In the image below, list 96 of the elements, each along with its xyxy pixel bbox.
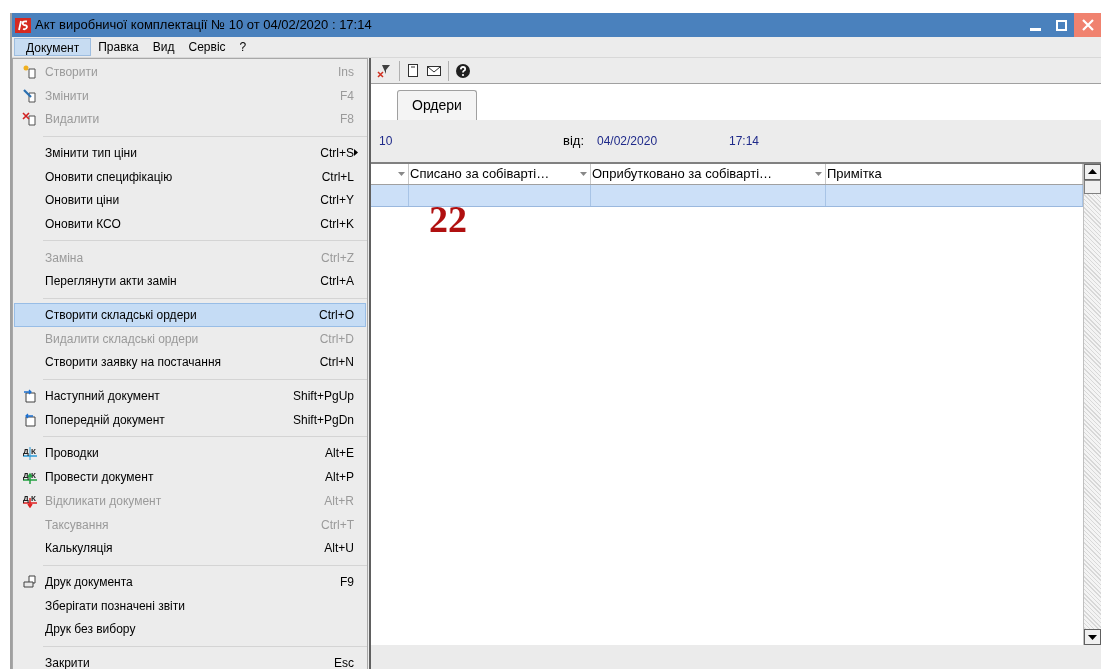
menu-item-label: Провести документ: [45, 469, 155, 487]
menu-item[interactable]: Створити складські ордери Ctrl+O: [14, 303, 366, 327]
scroll-down-icon[interactable]: [1084, 629, 1101, 645]
menu-item-label: Оновити КСО: [45, 215, 122, 233]
column-header[interactable]: Оприбутковано за собіварті…: [592, 164, 773, 184]
menu-item-label: Видалити складські ордери: [45, 330, 200, 348]
menu-item-label: Наступний документ: [45, 388, 161, 406]
vertical-scrollbar[interactable]: [1083, 164, 1101, 645]
menu-item[interactable]: Наступний документ Shift+PgUp: [14, 384, 366, 408]
menu-bar-item[interactable]: Документ: [14, 38, 92, 56]
shortcut-label: F4: [340, 87, 354, 105]
menu-item-label: Заміна: [45, 249, 85, 267]
menu-item[interactable]: Попередній документ Shift+PgDn: [14, 407, 366, 432]
minimize-icon: [1029, 28, 1041, 31]
menu-item[interactable]: Оновити специфікацію Ctrl+L: [14, 164, 366, 189]
menu-item[interactable]: Оновити КСО Ctrl+K: [14, 212, 366, 236]
menu-item-label: Друк документа: [45, 573, 134, 591]
menu-item-label: Переглянути акти замін: [45, 273, 178, 291]
menu-item-label: Попередній документ: [45, 411, 166, 429]
menu-item-label: Змінити тип ціни: [45, 144, 138, 162]
menu-item-label: Видалити: [45, 111, 101, 129]
document-number: 10: [379, 133, 394, 150]
menu-item-label: Створити заявку на постачання: [45, 354, 222, 372]
page-icon: [408, 64, 418, 77]
menu-bar-item[interactable]: Правка: [91, 38, 146, 56]
scroll-up-icon[interactable]: [1084, 164, 1101, 180]
help-icon: [456, 63, 470, 78]
close-icon: [1081, 19, 1094, 31]
menu-item-label: Оновити специфікацію: [45, 168, 174, 186]
menu-item[interactable]: Переглянути акти замін Ctrl+A: [14, 269, 366, 294]
shortcut-label: Ctrl+N: [319, 354, 354, 372]
shortcut-label: Ctrl+L: [321, 168, 354, 186]
shortcut-label: Alt+U: [324, 540, 354, 558]
menu-item-label: Створити складські ордери: [45, 307, 198, 325]
menu-item-label: Закрити: [45, 654, 91, 669]
edit-document-icon: [22, 88, 38, 103]
dropdown-arrow-icon[interactable]: [398, 172, 405, 176]
new-document-icon: [22, 64, 38, 79]
shortcut-label: Ctrl+D: [319, 330, 354, 348]
shortcut-label: F9: [340, 573, 354, 591]
menu-item-label: Оновити ціни: [45, 192, 121, 210]
shortcut-label: Esc: [334, 654, 354, 669]
menu-item[interactable]: Д К Провести документ Alt+P: [14, 465, 366, 489]
shortcut-label: Ctrl+K: [320, 215, 354, 233]
menu-item[interactable]: Друк без вибору: [14, 617, 366, 642]
shortcut-label: Ctrl+A: [320, 273, 354, 291]
shortcut-label: Alt+P: [325, 469, 354, 487]
shortcut-label: Alt+E: [325, 445, 354, 463]
shortcut-label: Ctrl+Z: [321, 249, 354, 267]
step-number-annotation: 22: [429, 200, 467, 238]
shortcut-label: Ctrl+Y: [320, 192, 354, 210]
window-title: Акт виробничої комплектації № 10 от 04/02/2020 : 17:14: [35, 16, 372, 35]
tab[interactable]: Ордери: [397, 90, 477, 120]
dropdown-arrow-icon[interactable]: [580, 172, 587, 176]
time-field[interactable]: 17:14: [729, 132, 760, 150]
close-button[interactable]: [1074, 13, 1101, 37]
column-header[interactable]: Примітка: [827, 164, 882, 184]
menu-item[interactable]: Змінити тип ціни Ctrl+S: [14, 141, 366, 165]
menu-item-label: Проводки: [45, 445, 100, 463]
date-label: від:: [563, 132, 585, 151]
menu-bar-item[interactable]: Вид: [145, 38, 182, 56]
column-header[interactable]: Списано за собіварті…: [410, 164, 550, 184]
date-field[interactable]: 04/02/2020: [597, 132, 729, 150]
shortcut-label: F8: [340, 111, 354, 129]
dropdown-arrow-icon[interactable]: [815, 172, 822, 176]
menu-item-label: Створити: [45, 63, 99, 81]
shortcut-label: Shift+PgUp: [292, 388, 354, 406]
menu-item[interactable]: Створити заявку на постачання Ctrl+N: [14, 350, 366, 375]
scrollbar-thumb[interactable]: [1084, 180, 1101, 194]
menu-item-label: Змінити: [45, 87, 90, 105]
menu-item-label: Друк без вибору: [45, 621, 137, 639]
shortcut-label: Ctrl+T: [321, 516, 354, 534]
menu-item-label: Таксування: [45, 516, 110, 534]
delete-document-icon: [22, 112, 38, 127]
menu-item[interactable]: Друк документа F9: [14, 570, 366, 594]
menu-item[interactable]: Зберігати позначені звіти: [14, 593, 366, 618]
maximize-icon: [1055, 19, 1067, 31]
printer-icon: [22, 574, 38, 589]
filter-clear-icon: [377, 63, 391, 78]
shortcut-label: Ctrl+O: [319, 307, 354, 325]
envelope-icon: [427, 65, 441, 76]
menu-bar-item[interactable]: ?: [232, 38, 254, 56]
menu-item[interactable]: Д К Проводки Alt+E: [14, 441, 366, 466]
menu-item[interactable]: Калькуляція Alt+U: [14, 536, 366, 561]
document-arrow-icon: [22, 412, 38, 427]
menu-item-label: Відкликати документ: [45, 492, 163, 510]
menu-bar-item[interactable]: Сервіс: [181, 38, 233, 56]
menu-item-label: Калькуляція: [45, 540, 114, 558]
shortcut-label: Shift+PgDn: [292, 411, 354, 429]
app-logo-icon: [15, 17, 31, 33]
shortcut-label: Ctrl+S: [320, 144, 354, 162]
menu-item[interactable]: Оновити ціни Ctrl+Y: [14, 188, 366, 213]
menu-item-label: Зберігати позначені звіти: [45, 597, 186, 615]
shortcut-label: Alt+R: [324, 492, 354, 510]
menu-item[interactable]: Закрити Esc: [14, 651, 366, 669]
shortcut-label: Ins: [338, 63, 354, 81]
